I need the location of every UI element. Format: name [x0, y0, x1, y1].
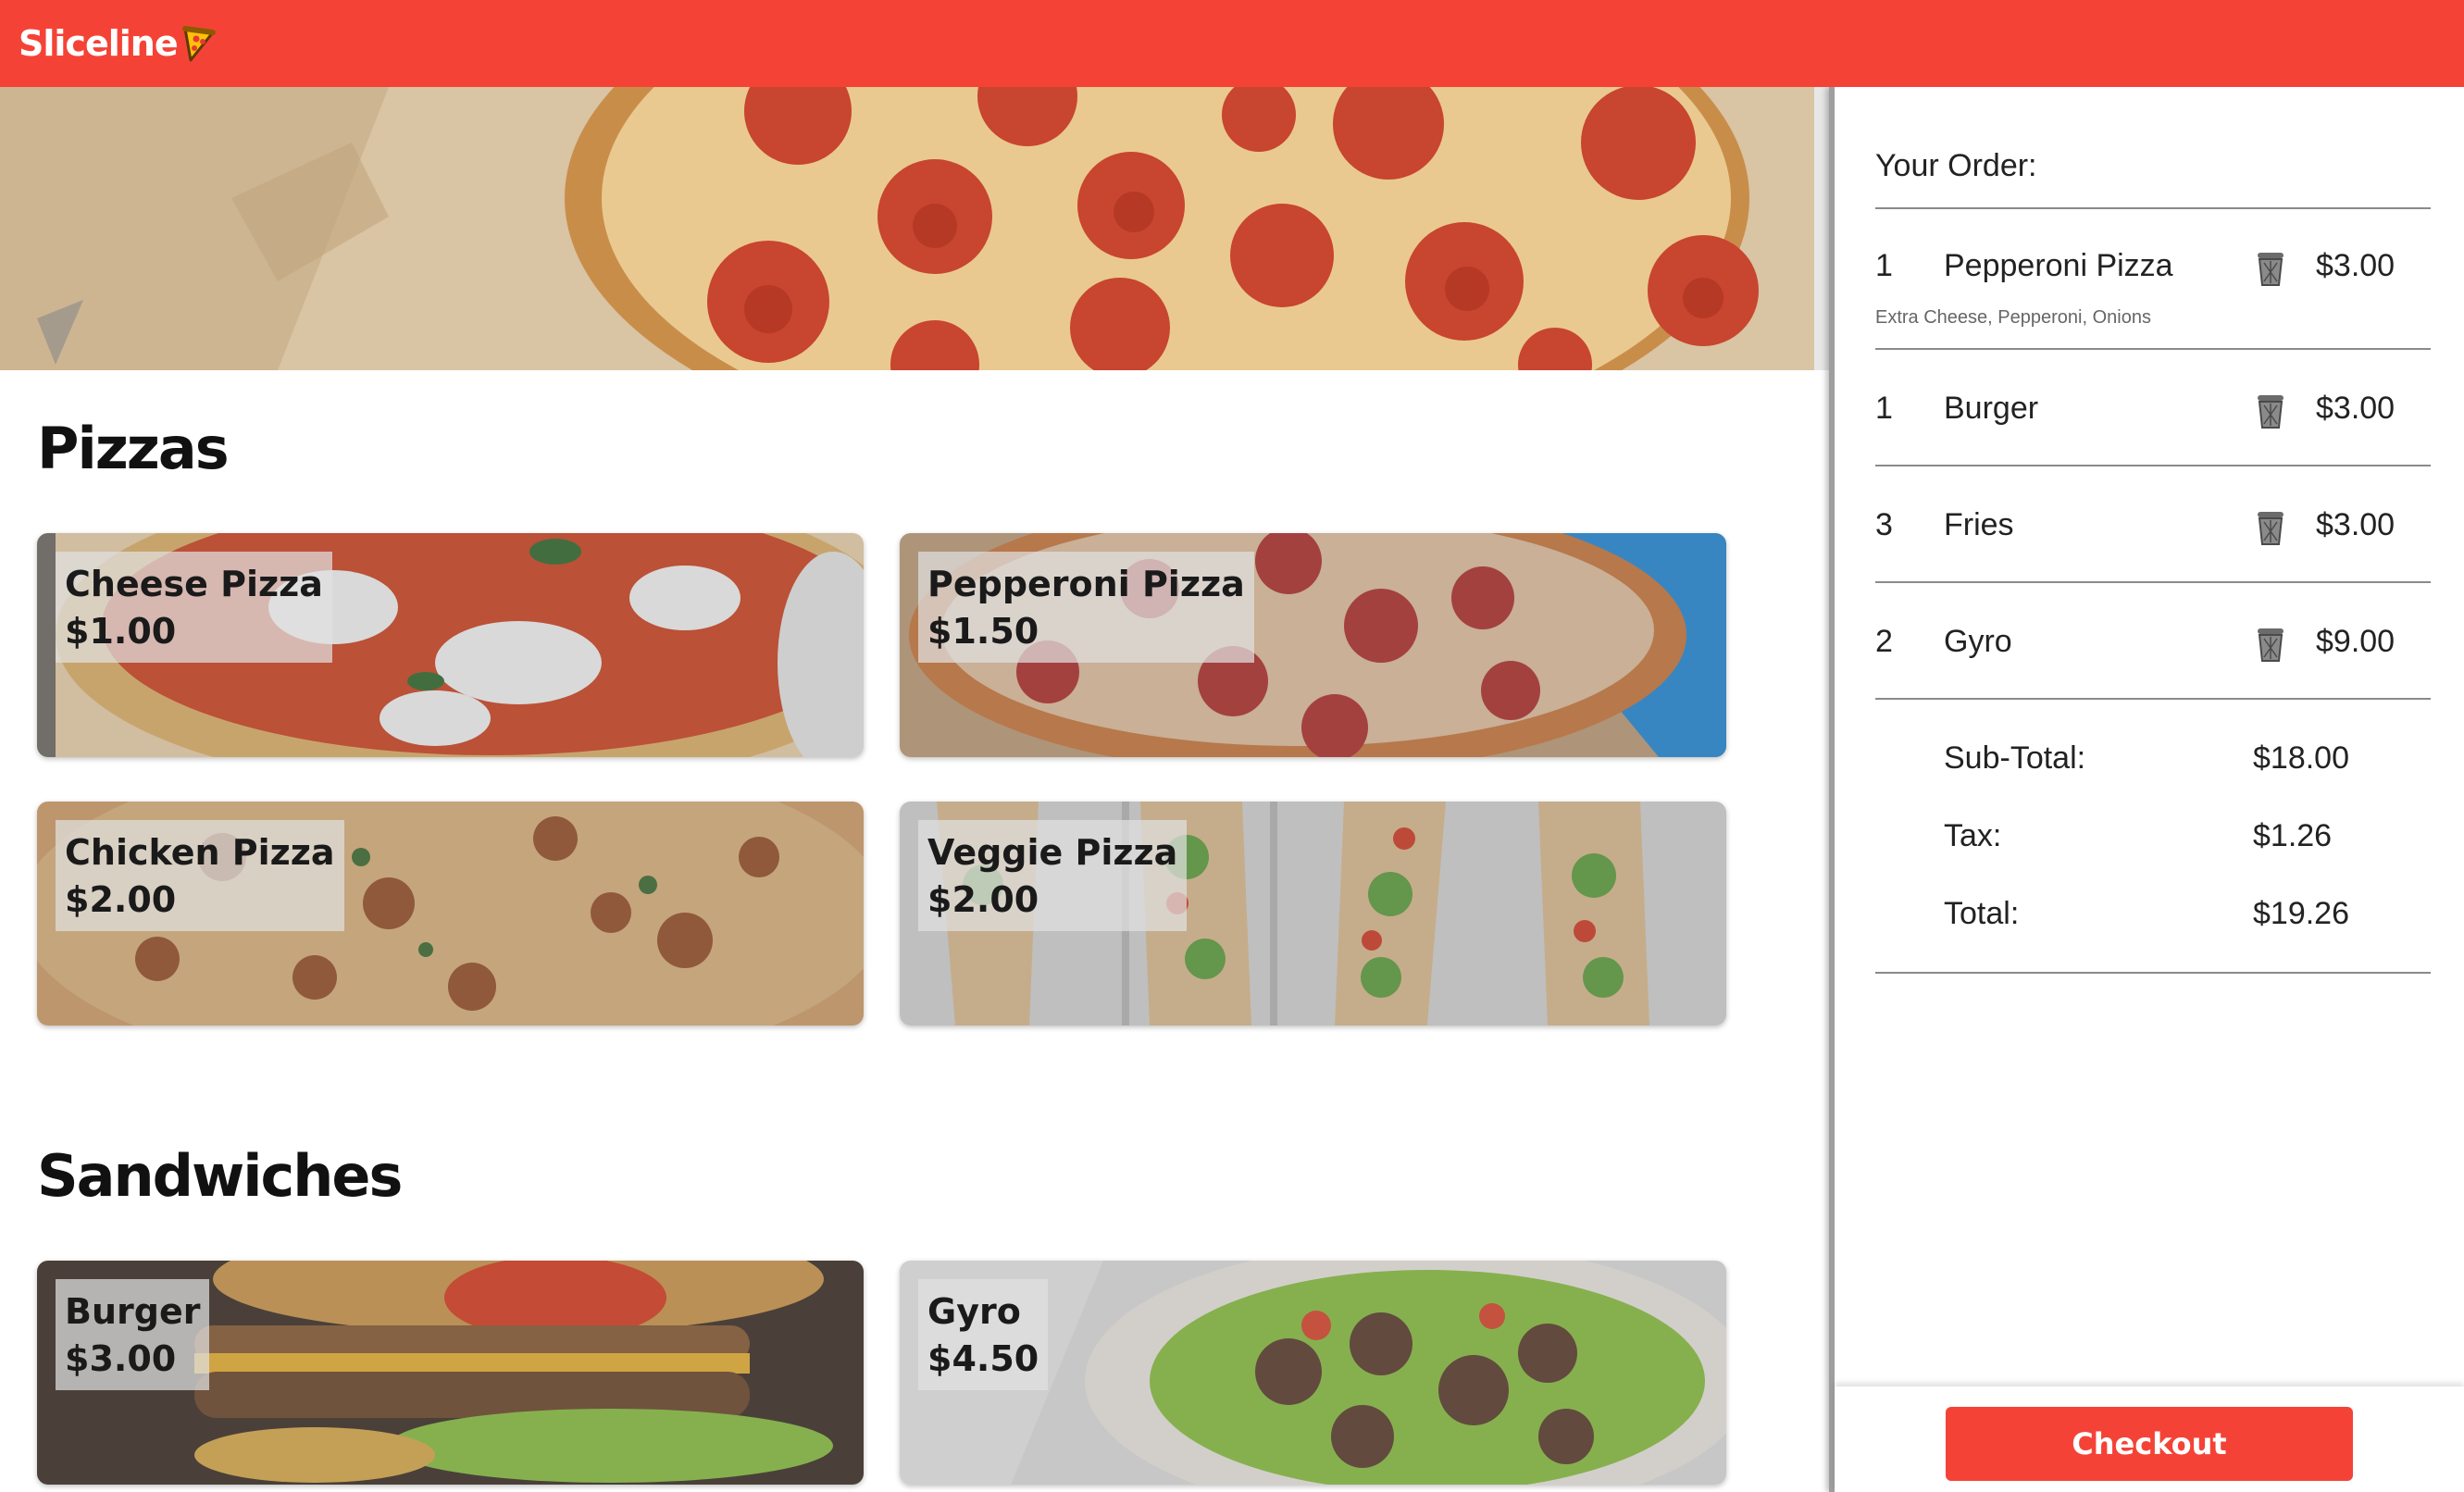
divider	[1875, 698, 2431, 700]
order-line-qty: 1	[1875, 248, 1893, 283]
divider	[1875, 581, 2431, 583]
order-title: Your Order:	[1875, 148, 2037, 183]
menu-item-veggie-pizza[interactable]: Veggie Pizza $2.00	[900, 802, 1726, 1026]
item-price: $4.50	[927, 1338, 1039, 1379]
order-line-name: Pepperoni Pizza	[1944, 248, 2173, 283]
order-line-price: $3.00	[2316, 507, 2396, 542]
subtotal-label: Sub-Total:	[1944, 740, 2086, 776]
item-price: $2.00	[65, 879, 177, 920]
tax-value: $1.26	[2253, 818, 2333, 853]
divider	[1875, 465, 2431, 466]
tax-label: Tax:	[1944, 818, 2002, 853]
item-label: Veggie Pizza $2.00	[918, 820, 1188, 931]
item-name: Burger	[65, 1291, 201, 1332]
checkout-bar: Checkout	[1835, 1386, 2464, 1492]
order-line-qty: 3	[1875, 507, 1893, 542]
section-title-sandwiches: Sandwiches	[37, 1142, 403, 1210]
section-title-pizzas: Pizzas	[37, 415, 230, 482]
order-line-price: $9.00	[2316, 624, 2396, 659]
item-price: $2.00	[927, 879, 1039, 920]
item-label: Chicken Pizza $2.00	[56, 820, 344, 931]
trash-icon[interactable]	[2255, 392, 2286, 429]
checkout-button[interactable]: Checkout	[1946, 1407, 2353, 1481]
order-line-price: $3.00	[2316, 391, 2396, 426]
menu-item-gyro[interactable]: Gyro $4.50	[900, 1261, 1726, 1485]
top-bar: Sliceline	[0, 0, 2464, 87]
item-price: $3.00	[65, 1338, 177, 1379]
item-label: Cheese Pizza $1.00	[56, 552, 332, 663]
subtotal-value: $18.00	[2253, 740, 2349, 776]
menu-panel: Pizzas Cheese Pizza $1.00 Pepperoni Pizz…	[0, 87, 1829, 1492]
order-line-qty: 1	[1875, 391, 1893, 426]
order-panel: Your Order: 1 Pepperoni Pizza $3.00 Extr…	[1829, 87, 2464, 1492]
order-line-qty: 2	[1875, 624, 1893, 659]
item-price: $1.50	[927, 611, 1039, 652]
hero-pizza-image	[0, 87, 1829, 370]
item-name: Cheese Pizza	[65, 564, 323, 604]
total-value: $19.26	[2253, 896, 2349, 931]
menu-item-pepperoni-pizza[interactable]: Pepperoni Pizza $1.50	[900, 533, 1726, 757]
item-name: Pepperoni Pizza	[927, 564, 1245, 604]
item-label: Burger $3.00	[56, 1279, 210, 1390]
trash-icon[interactable]	[2255, 250, 2286, 287]
item-price: $1.00	[65, 611, 177, 652]
hero-banner	[0, 87, 1829, 370]
trash-icon[interactable]	[2255, 626, 2286, 663]
order-line-name: Burger	[1944, 391, 2039, 426]
order-line-name: Gyro	[1944, 624, 2012, 659]
divider	[1875, 207, 2431, 209]
divider	[1875, 972, 2431, 974]
trash-icon[interactable]	[2255, 509, 2286, 546]
item-label: Gyro $4.50	[918, 1279, 1049, 1390]
menu-item-chicken-pizza[interactable]: Chicken Pizza $2.00	[37, 802, 864, 1026]
logo[interactable]: Sliceline	[19, 23, 217, 64]
menu-item-burger[interactable]: Burger $3.00	[37, 1261, 864, 1485]
logo-text: Sliceline	[19, 23, 179, 64]
item-name: Chicken Pizza	[65, 832, 335, 873]
total-label: Total:	[1944, 896, 2020, 931]
menu-item-cheese-pizza[interactable]: Cheese Pizza $1.00	[37, 533, 864, 757]
order-line-name: Fries	[1944, 507, 2014, 542]
item-name: Veggie Pizza	[927, 832, 1178, 873]
divider	[1875, 348, 2431, 350]
item-label: Pepperoni Pizza $1.50	[918, 552, 1254, 663]
order-line-modifiers: Extra Cheese, Pepperoni, Onions	[1875, 307, 2151, 328]
order-line-price: $3.00	[2316, 248, 2396, 283]
item-name: Gyro	[927, 1291, 1021, 1332]
pizza-slice-icon	[181, 26, 216, 62]
